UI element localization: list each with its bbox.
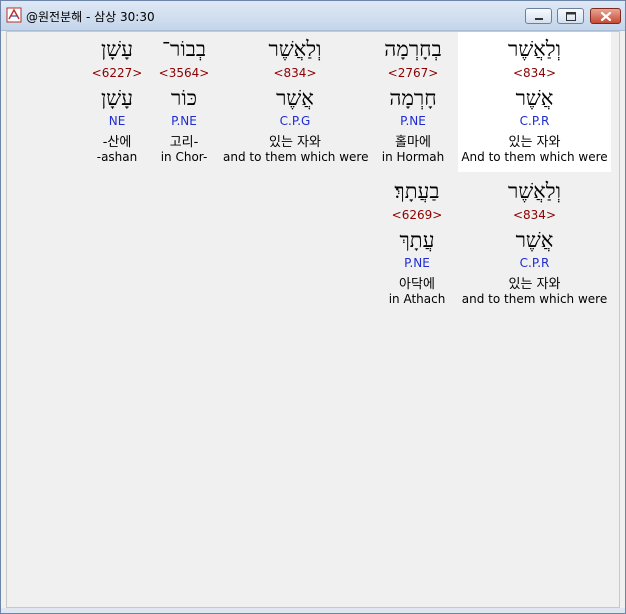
korean-gloss: 홀마에 <box>395 135 431 150</box>
strong-number[interactable]: <834> <box>458 208 611 222</box>
english-gloss: in Hormah <box>381 150 445 164</box>
close-button[interactable] <box>590 8 621 24</box>
korean-gloss: -산에 <box>102 135 132 150</box>
root-word: אֲשֶׁר <box>515 228 554 252</box>
english-gloss: And to them which were <box>461 150 608 164</box>
strong-number[interactable]: <2767> <box>369 66 457 80</box>
hebrew-word: וְלַאֲשֶׁר <box>508 179 561 203</box>
interlinear-panel[interactable]: וְלַאֲשֶׁר <834> אֲשֶׁר C.P.R 있는 자와 And … <box>6 31 620 608</box>
root-word: עֲתָךְ <box>399 228 435 252</box>
root-word: אֲשֶׁר <box>276 86 314 110</box>
morphology-code[interactable]: C.P.G <box>223 114 367 128</box>
morphology-code[interactable]: P.NE <box>377 256 457 270</box>
morphology-code[interactable]: P.NE <box>369 114 457 128</box>
strong-number[interactable]: <834> <box>458 66 611 80</box>
morphology-code[interactable]: C.P.R <box>458 114 611 128</box>
title-bar[interactable]: @원전분해 - 삼상 30:30 <box>1 1 625 31</box>
word-cell[interactable]: בַעֲתָךְ׃ <6269> עֲתָךְ P.NE 아닥에 in Atha… <box>377 174 457 314</box>
root-word: חָרְמָה <box>389 86 437 110</box>
english-gloss: in Athach <box>388 292 446 306</box>
english-gloss: in Chor- <box>160 150 208 164</box>
strong-number[interactable]: <6227> <box>89 66 145 80</box>
word-cell[interactable]: בְחָרְמָה <2767> חָרְמָה P.NE 홀마에 in Hor… <box>369 32 457 172</box>
strong-number[interactable]: <834> <box>223 66 367 80</box>
word-cell[interactable]: עָשָׁן <6227> עָשָׁן NE -산에 -ashan <box>89 32 145 172</box>
word-cell[interactable]: בְבוֹר־ <3564> כּוֹר P.NE 고리- in Chor- <box>152 32 216 172</box>
minimize-button[interactable] <box>525 8 552 24</box>
word-cell[interactable]: וְלַאֲשֶׁר <834> אֲשֶׁר C.P.R 있는 자와 And … <box>458 32 611 172</box>
korean-gloss: 고리- <box>169 135 199 150</box>
korean-gloss: 있는 자와 <box>269 135 321 150</box>
hebrew-word: וְלַאֲשֶׁר <box>268 37 322 61</box>
hebrew-word: בַעֲתָךְ׃ <box>394 179 440 203</box>
strong-number[interactable]: <3564> <box>152 66 216 80</box>
korean-gloss: 있는 자와 <box>508 135 561 150</box>
hebrew-word: בְבוֹר־ <box>162 37 206 61</box>
english-gloss: and to them which were <box>223 150 369 164</box>
english-gloss: -ashan <box>96 150 138 164</box>
english-gloss: and to them which were <box>461 292 608 306</box>
korean-gloss: 있는 자와 <box>508 277 561 292</box>
root-word: כּוֹר <box>171 86 197 110</box>
hebrew-word: עָשָׁן <box>100 37 134 61</box>
morphology-code[interactable]: NE <box>89 114 145 128</box>
root-word: אֲשֶׁר <box>515 86 554 110</box>
app-window: @원전분해 - 삼상 30:30 וְלַאֲשֶׁר <834> אֲשֶׁר… <box>0 0 626 614</box>
morphology-code[interactable]: P.NE <box>152 114 216 128</box>
strong-number[interactable]: <6269> <box>377 208 457 222</box>
morphology-code[interactable]: C.P.R <box>458 256 611 270</box>
word-cell[interactable]: וְלַאֲשֶׁר <834> אֲשֶׁר C.P.G 있는 자와 and … <box>223 32 369 172</box>
maximize-icon <box>566 12 576 21</box>
window-bottom-border <box>1 608 625 613</box>
minimize-icon <box>535 18 543 20</box>
root-word: עָשָׁן <box>100 86 134 110</box>
app-icon[interactable] <box>6 7 22 23</box>
close-icon <box>600 11 612 22</box>
maximize-button[interactable] <box>557 8 584 24</box>
word-cell[interactable]: וְלַאֲשֶׁר <834> אֲשֶׁר C.P.R 있는 자와 and … <box>458 174 611 314</box>
window-title: @원전분해 - 삼상 30:30 <box>26 10 155 24</box>
hebrew-word: וְלַאֲשֶׁר <box>508 37 561 61</box>
korean-gloss: 아닥에 <box>399 277 435 292</box>
hebrew-word: בְחָרְמָה <box>384 37 442 61</box>
